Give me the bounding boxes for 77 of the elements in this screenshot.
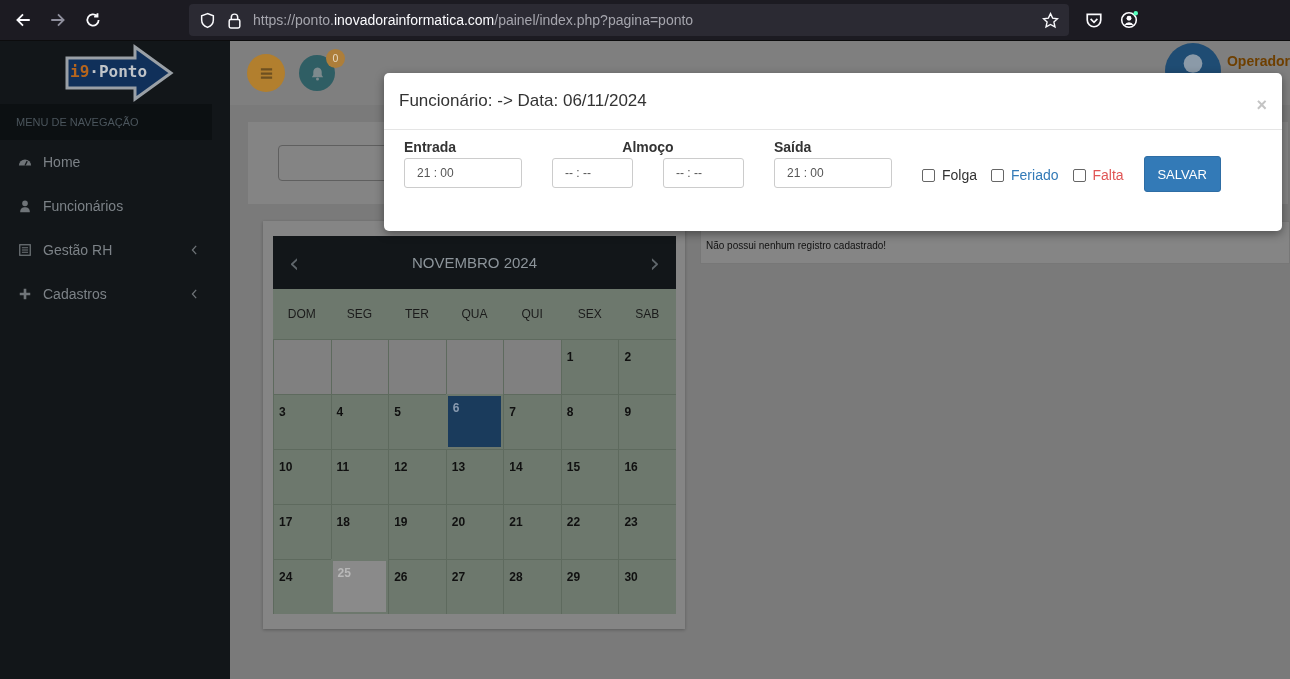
dialog-title: Funcionário: -> Data: 06/11/2024 [399,91,647,111]
forward-icon[interactable] [49,11,67,29]
weekday-header: TER [403,306,430,323]
weekday-header: QUI [520,306,544,323]
checkbox[interactable] [991,168,1005,182]
checkbox[interactable] [1072,168,1086,182]
bell-icon [309,65,325,81]
time-field[interactable]: -- : -- [663,158,744,188]
day-cell[interactable]: 23 [618,504,676,559]
checkbox-label[interactable]: Feriado [1011,167,1059,183]
day-cell[interactable]: 7 [503,394,561,449]
checkbox-label[interactable]: Falta [1092,167,1124,183]
next-month-button[interactable]: › [649,249,660,276]
day-cell[interactable]: 3 [273,394,331,449]
weekday-header: SAB [634,306,661,323]
logo[interactable]: i9·Ponto [63,43,175,102]
nav-item[interactable]: Home [0,140,212,184]
account-icon[interactable] [1120,11,1138,29]
day-cell[interactable]: 22 [560,504,619,559]
nav-item[interactable]: Funcionários [0,184,212,228]
day-cell[interactable]: 29 [560,559,619,614]
field-label: Entrada [404,139,458,155]
field-label: Almoço [621,139,675,155]
pocket-icon[interactable] [1085,11,1103,29]
time-field[interactable]: -- : -- [552,158,633,188]
reload-icon[interactable] [84,11,102,29]
weekday-header: SEG [345,306,373,323]
day-cell[interactable]: 24 [273,559,331,614]
day-cell[interactable]: 21 [503,504,561,559]
nav-item[interactable]: Cadastros [0,272,212,316]
address-bar[interactable]: https://ponto.inovadorainformatica.com/painel/index.php?pagina=ponto [189,4,1069,36]
day-cell[interactable]: 20 [445,504,504,559]
day-cell[interactable]: 26 [388,559,446,614]
menu-icon [258,65,274,81]
notification-badge: 0 [326,49,345,68]
day-cell[interactable]: 15 [560,449,619,504]
day-cell[interactable]: 16 [618,449,676,504]
lock-icon [226,11,243,29]
weekday-header: SEX [576,306,603,323]
field-label: Saída [774,139,813,155]
day-cell[interactable]: 10 [273,449,331,504]
user-icon [18,199,32,213]
day-cell[interactable]: 13 [445,449,504,504]
back-icon[interactable] [14,11,32,29]
weekday-header: DOM [286,306,317,323]
day-cell[interactable]: 12 [388,449,446,504]
time-field[interactable]: 21 : 00 [774,158,892,188]
weekday-header: QUA [460,306,489,323]
day-cell[interactable]: 27 [445,559,504,614]
list-icon [18,243,32,257]
previous-month-button[interactable]: ‹ [289,249,300,276]
save-button[interactable]: SALVAR [1143,156,1221,192]
checkbox[interactable] [922,168,935,182]
day-cell[interactable]: 19 [388,504,446,559]
day-cell[interactable]: 4 [330,394,389,449]
empty-message: Não possui nenhum registro cadastrado! [706,240,887,251]
day-cell[interactable]: 8 [560,394,619,449]
day-cell[interactable]: 2 [618,339,676,394]
user-name[interactable]: Operador [1227,53,1290,69]
day-cell[interactable]: 5 [388,394,446,449]
plus-icon [18,287,32,301]
shield-icon [199,11,216,29]
day-cell[interactable]: 14 [503,449,561,504]
time-field[interactable]: 21 : 00 [404,158,522,188]
day-cell[interactable]: 30 [618,559,676,614]
day-cell[interactable]: 6 [445,394,504,449]
day-cell[interactable]: 28 [503,559,561,614]
menu-header: MENU DE NAVEGAÇÃO [0,104,212,140]
nav-item[interactable]: Gestão RH [0,228,212,272]
day-cell[interactable]: 9 [618,394,676,449]
day-cell[interactable]: 17 [273,504,331,559]
checkbox-label[interactable]: Folga [942,167,978,183]
month-title: NOVEMBRO 2024 [411,254,537,271]
url-text: https://ponto.inovadorainformatica.com/painel/index.php?pagina=ponto [253,12,695,28]
day-cell[interactable]: 11 [330,449,389,504]
day-cell[interactable]: 1 [560,339,619,394]
star-icon[interactable] [1042,11,1059,29]
